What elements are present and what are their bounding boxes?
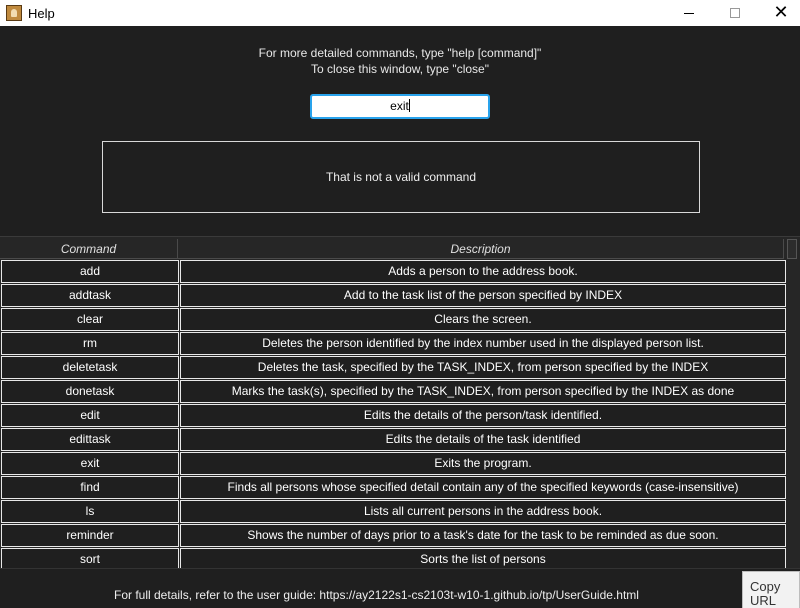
command-cell: rm [1,332,179,355]
result-display: That is not a valid command [102,141,700,213]
help-instruction: For more detailed commands, type "help [… [258,46,542,60]
table-row[interactable]: rm Deletes the person identified by the i… [0,331,786,355]
close-instruction: To close this window, type "close" [311,62,489,76]
description-cell: Lists all current persons in the address… [180,500,786,523]
table-row[interactable]: addtask Add to the task list of the perso… [0,283,786,307]
result-message: That is not a valid command [325,170,477,184]
description-cell: Sorts the list of persons [180,548,786,568]
command-cell: sort [1,548,179,568]
footer: For full details, refer to the user guid… [0,568,800,608]
description-cell: Edits the details of the task identified [180,428,786,451]
description-cell: Adds a person to the address book. [180,260,786,283]
table-row[interactable]: clear Clears the screen. [0,307,786,331]
title-bar: Help ✕ [0,0,800,26]
description-cell: Shows the number of days prior to a task… [180,524,786,547]
command-cell: edit [1,404,179,427]
command-cell: reminder [1,524,179,547]
table-body: add Adds a person to the address book. add… [0,259,786,568]
copy-url-button[interactable]: Copy URL [742,571,800,608]
command-cell: find [1,476,179,499]
help-area: For more detailed commands, type "help [… [0,26,800,234]
column-header-description[interactable]: Description [178,239,784,259]
description-cell: Finds all persons whose specified detail… [180,476,786,499]
app-icon [6,5,22,21]
close-icon: ✕ [773,2,789,23]
maximize-button[interactable] [712,0,758,26]
table-header: Command Description [0,239,786,259]
command-cell: deletetask [1,356,179,379]
command-input[interactable]: exit [310,94,490,119]
close-button[interactable]: ✕ [758,0,800,26]
description-cell: Clears the screen. [180,308,786,331]
table-row[interactable]: reminder Shows the number of days prior t… [0,523,786,547]
table-row[interactable]: edit Edits the details of the person/task… [0,403,786,427]
table-row[interactable]: edittask Edits the details of the task id… [0,427,786,451]
table-row[interactable]: exit Exits the program. [0,451,786,475]
command-cell: add [1,260,179,283]
table-row[interactable]: ls Lists all current persons in the addre… [0,499,786,523]
window-title: Help [28,5,55,21]
command-input-value: exit [390,99,409,113]
description-cell: Deletes the person identified by the ind… [180,332,786,355]
minimize-button[interactable] [666,0,712,26]
column-header-command[interactable]: Command [0,239,178,259]
command-cell: clear [1,308,179,331]
text-caret [408,99,410,112]
command-table: Command Description add Adds a person to … [0,236,800,568]
description-cell: Deletes the task, specified by the TASK_… [180,356,786,379]
command-cell: exit [1,452,179,475]
user-guide-link-text: For full details, refer to the user guid… [114,588,639,602]
minimize-icon [684,12,694,14]
table-row[interactable]: sort Sorts the list of persons [0,547,786,568]
description-cell: Marks the task(s), specified by the TASK… [180,380,786,403]
description-cell: Add to the task list of the person speci… [180,284,786,307]
command-cell: donetask [1,380,179,403]
description-cell: Edits the details of the person/task ide… [180,404,786,427]
command-cell: addtask [1,284,179,307]
table-row[interactable]: add Adds a person to the address book. [0,259,786,283]
command-cell: ls [1,500,179,523]
description-cell: Exits the program. [180,452,786,475]
maximize-icon [730,8,740,18]
table-row[interactable]: deletetask Deletes the task, specified by… [0,355,786,379]
table-row[interactable]: donetask Marks the task(s), specified by … [0,379,786,403]
table-scrollbar[interactable] [787,239,797,259]
command-cell: edittask [1,428,179,451]
table-row[interactable]: find Finds all persons whose specified de… [0,475,786,499]
